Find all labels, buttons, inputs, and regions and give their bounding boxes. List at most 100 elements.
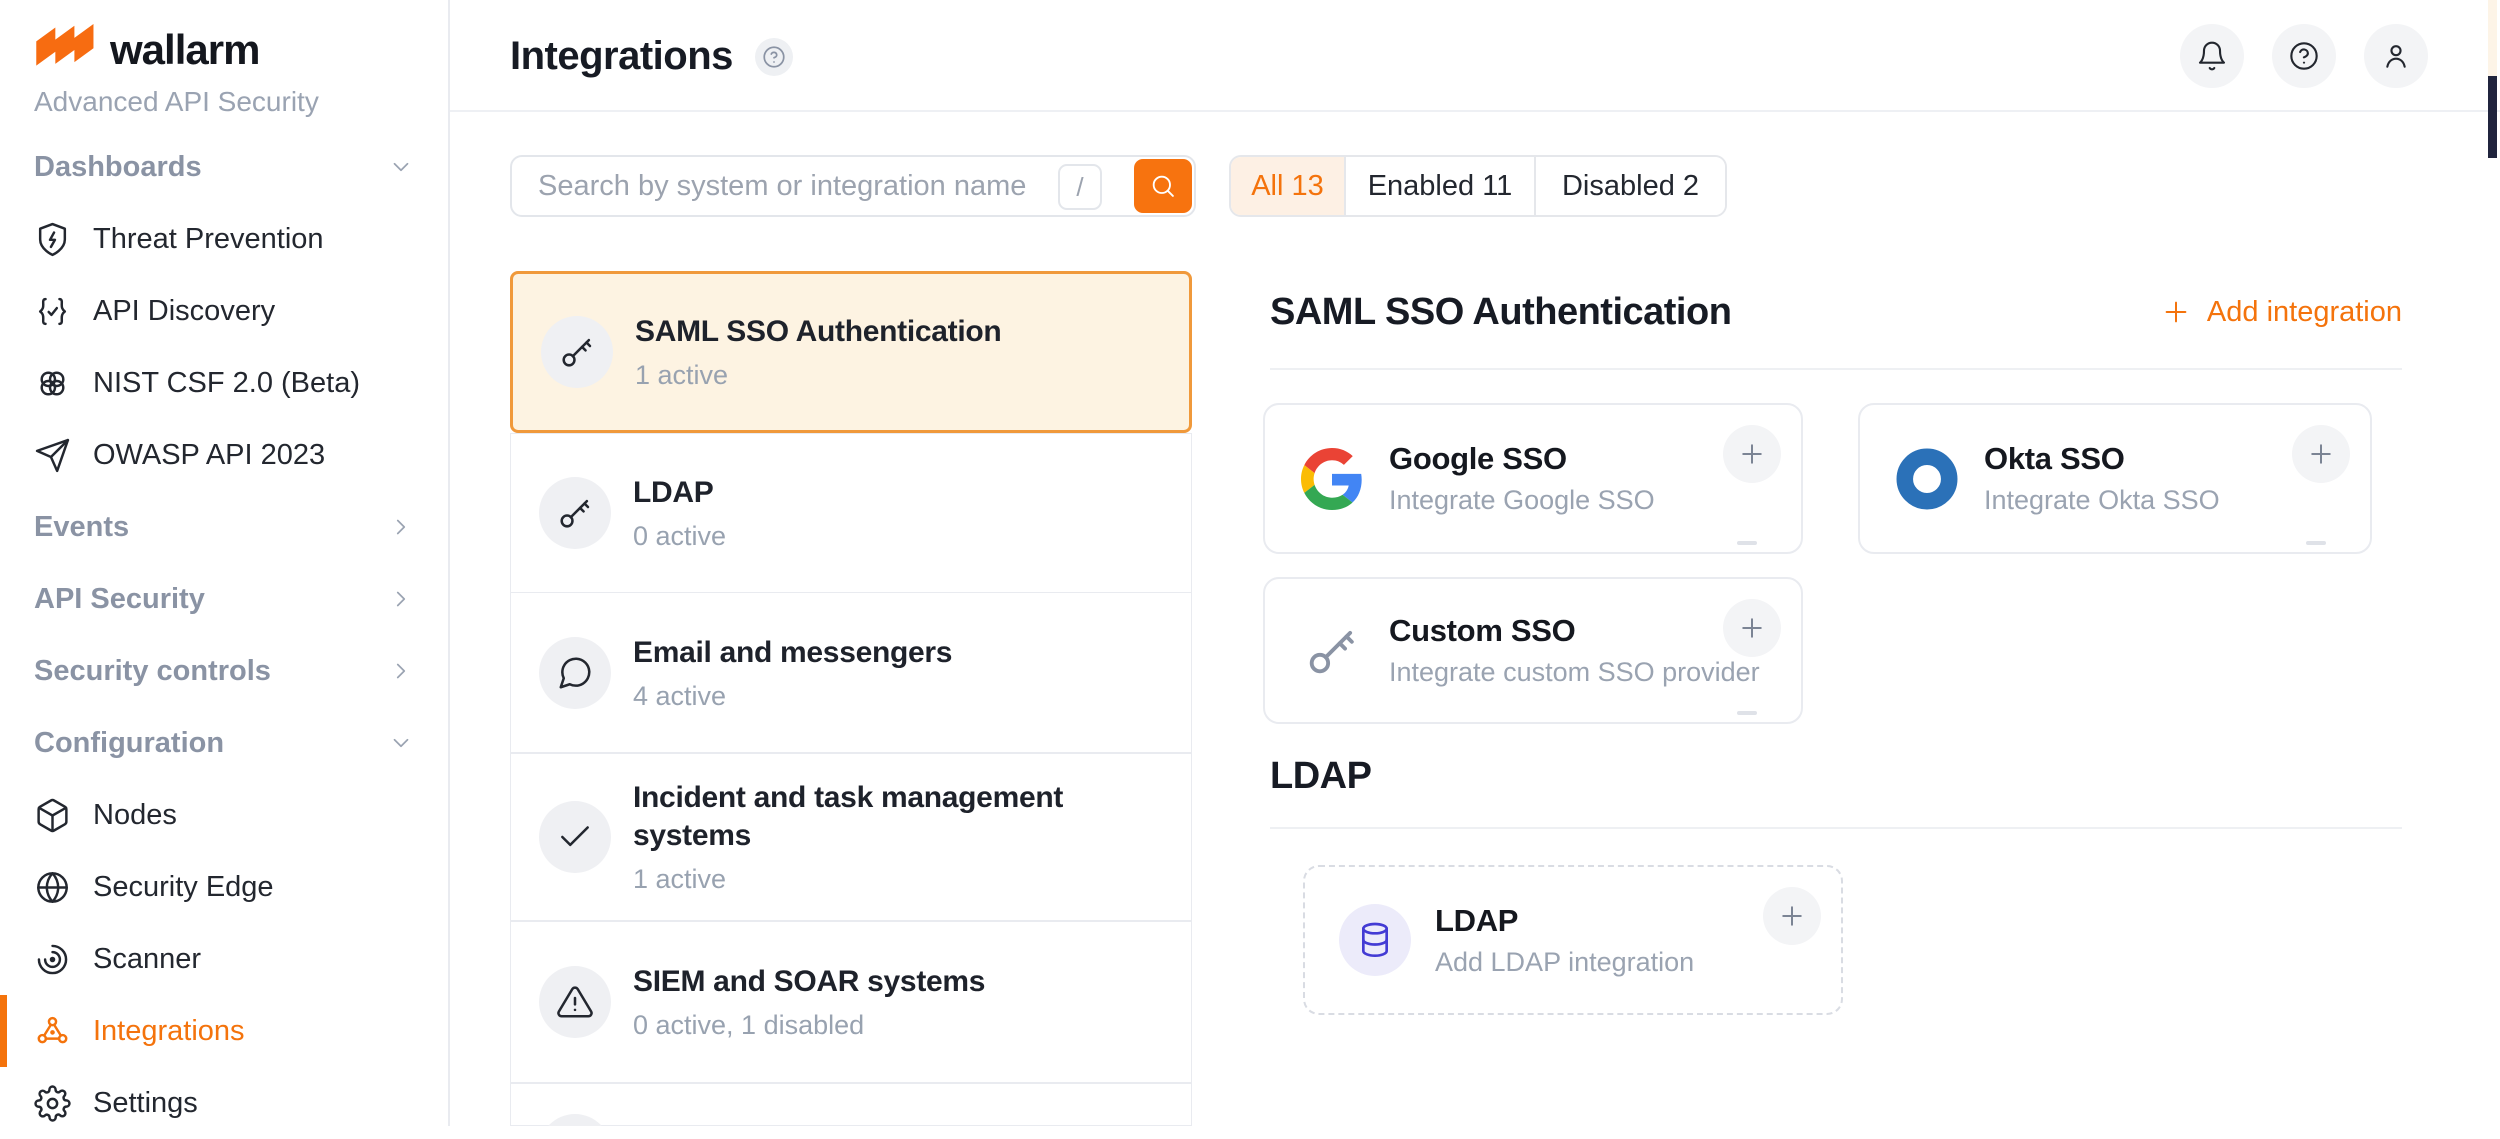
list-item-ldap[interactable]: LDAP 0 active xyxy=(510,433,1192,593)
list-item-email-messengers[interactable]: Email and messengers 4 active xyxy=(510,592,1192,753)
tab-disabled[interactable]: Disabled 2 xyxy=(1536,157,1725,215)
card-okta-sso[interactable]: Okta SSO Integrate Okta SSO xyxy=(1858,403,2372,554)
card-title: Google SSO xyxy=(1389,441,1655,477)
saml-section-header: SAML SSO Authentication Add integration xyxy=(1270,288,2402,336)
chevron-down-icon xyxy=(388,730,414,756)
sidebar-item-settings[interactable]: Settings xyxy=(0,1067,448,1139)
category-title: SAML SSO Authentication xyxy=(635,313,1001,351)
card-subtitle: Integrate Okta SSO xyxy=(1984,485,2220,516)
wallarm-logo-icon xyxy=(32,24,96,76)
brand-logo: wallarm xyxy=(32,24,259,76)
scrollbar-thumb[interactable] xyxy=(2488,76,2497,158)
list-item-saml-sso[interactable]: SAML SSO Authentication 1 active xyxy=(510,271,1192,433)
category-status: 0 active, 1 disabled xyxy=(633,1010,985,1041)
card-title: Custom SSO xyxy=(1389,613,1719,649)
sidebar-item-integrations[interactable]: Integrations xyxy=(0,995,448,1067)
sidebar-item-api-discovery[interactable]: API Discovery xyxy=(0,275,448,347)
sidebar: wallarm Advanced API Security Dashboards… xyxy=(0,0,450,1126)
globe-icon xyxy=(34,869,71,906)
main-content: / All 13 Enabled 11 Disabled 2 xyxy=(450,112,2500,1126)
minus-hint xyxy=(2306,541,2326,545)
sidebar-section-dashboards[interactable]: Dashboards xyxy=(0,131,448,203)
integration-category-list: SAML SSO Authentication 1 active LDAP 0 … xyxy=(510,271,1192,1126)
notifications-button[interactable] xyxy=(2180,24,2244,88)
list-item-partial[interactable] xyxy=(510,1083,1192,1126)
sidebar-section-configuration[interactable]: Configuration xyxy=(0,707,448,779)
plus-icon xyxy=(1737,439,1767,469)
user-icon xyxy=(2380,40,2412,72)
sidebar-item-owasp-api[interactable]: OWASP API 2023 xyxy=(0,419,448,491)
plus-icon xyxy=(2306,439,2336,469)
chevron-right-icon xyxy=(388,586,414,612)
database-icon xyxy=(1339,904,1411,976)
gear-icon xyxy=(34,1085,71,1122)
section-divider xyxy=(1270,827,2402,829)
profile-button[interactable] xyxy=(2364,24,2428,88)
knot-icon xyxy=(34,365,71,402)
sidebar-item-scanner[interactable]: Scanner xyxy=(0,923,448,995)
card-title: Okta SSO xyxy=(1984,441,2220,477)
network-icon xyxy=(34,1013,71,1050)
box-icon xyxy=(34,797,71,834)
check-icon xyxy=(556,818,594,856)
tab-enabled[interactable]: Enabled 11 xyxy=(1346,157,1536,215)
tab-all[interactable]: All 13 xyxy=(1231,157,1346,215)
card-subtitle: Add LDAP integration xyxy=(1435,947,1694,978)
add-okta-sso-button[interactable] xyxy=(2292,425,2350,483)
category-title: LDAP xyxy=(633,474,726,512)
category-title: Incident and task management systems xyxy=(633,779,1163,855)
add-custom-sso-button[interactable] xyxy=(1723,599,1781,657)
add-ldap-button[interactable] xyxy=(1763,887,1821,945)
sidebar-item-nist-csf[interactable]: NIST CSF 2.0 (Beta) xyxy=(0,347,448,419)
ldap-section-title: LDAP xyxy=(1270,755,1371,798)
plus-icon xyxy=(1737,613,1767,643)
card-ldap[interactable]: LDAP Add LDAP integration xyxy=(1303,865,1843,1015)
filter-tabs: All 13 Enabled 11 Disabled 2 xyxy=(1229,155,1727,217)
category-status: 4 active xyxy=(633,681,952,712)
braces-check-icon xyxy=(34,293,71,330)
card-custom-sso[interactable]: Custom SSO Integrate custom SSO provider xyxy=(1263,577,1803,724)
sidebar-section-security-controls[interactable]: Security controls xyxy=(0,635,448,707)
minus-hint xyxy=(1737,541,1757,545)
chat-bubble-icon xyxy=(556,654,594,692)
card-title: LDAP xyxy=(1435,903,1694,939)
category-title: SIEM and SOAR systems xyxy=(633,963,985,1001)
minus-hint xyxy=(1737,711,1757,715)
category-status: 1 active xyxy=(635,360,1001,391)
list-item-incident-task[interactable]: Incident and task management systems 1 a… xyxy=(510,753,1192,921)
brand-subtitle: Advanced API Security xyxy=(34,86,319,118)
saml-section-title: SAML SSO Authentication xyxy=(1270,291,1731,334)
sidebar-item-threat-prevention[interactable]: Threat Prevention xyxy=(0,203,448,275)
add-google-sso-button[interactable] xyxy=(1723,425,1781,483)
active-indicator xyxy=(0,995,7,1067)
list-item-siem-soar[interactable]: SIEM and SOAR systems 0 active, 1 disabl… xyxy=(510,921,1192,1083)
scrollbar-track xyxy=(2488,0,2497,76)
search-button[interactable] xyxy=(1134,159,1192,213)
search-input[interactable] xyxy=(538,159,1078,213)
key-icon xyxy=(1299,618,1365,684)
search-box: / xyxy=(510,155,1196,217)
scanner-icon xyxy=(34,941,71,978)
sidebar-item-nodes[interactable]: Nodes xyxy=(0,779,448,851)
help-button[interactable] xyxy=(2272,24,2336,88)
key-icon xyxy=(556,494,594,532)
plus-icon xyxy=(2161,297,2191,327)
page-title: Integrations xyxy=(510,34,733,79)
card-google-sso[interactable]: Google SSO Integrate Google SSO xyxy=(1263,403,1803,554)
card-subtitle: Integrate Google SSO xyxy=(1389,485,1655,516)
chevron-down-icon xyxy=(388,154,414,180)
add-integration-link[interactable]: Add integration xyxy=(2161,296,2402,329)
bell-icon xyxy=(2196,40,2228,72)
paper-plane-icon xyxy=(34,437,71,474)
title-help-icon[interactable] xyxy=(755,38,793,76)
shield-bolt-icon xyxy=(34,221,71,258)
category-status: 1 active xyxy=(633,864,1163,895)
page-header: Integrations xyxy=(450,0,2500,112)
sidebar-section-events[interactable]: Events xyxy=(0,491,448,563)
category-status: 0 active xyxy=(633,521,726,552)
sidebar-item-security-edge[interactable]: Security Edge xyxy=(0,851,448,923)
shortcut-badge: / xyxy=(1058,164,1102,210)
question-circle-icon xyxy=(2288,40,2320,72)
sidebar-section-api-security[interactable]: API Security xyxy=(0,563,448,635)
brand-name: wallarm xyxy=(110,26,259,74)
